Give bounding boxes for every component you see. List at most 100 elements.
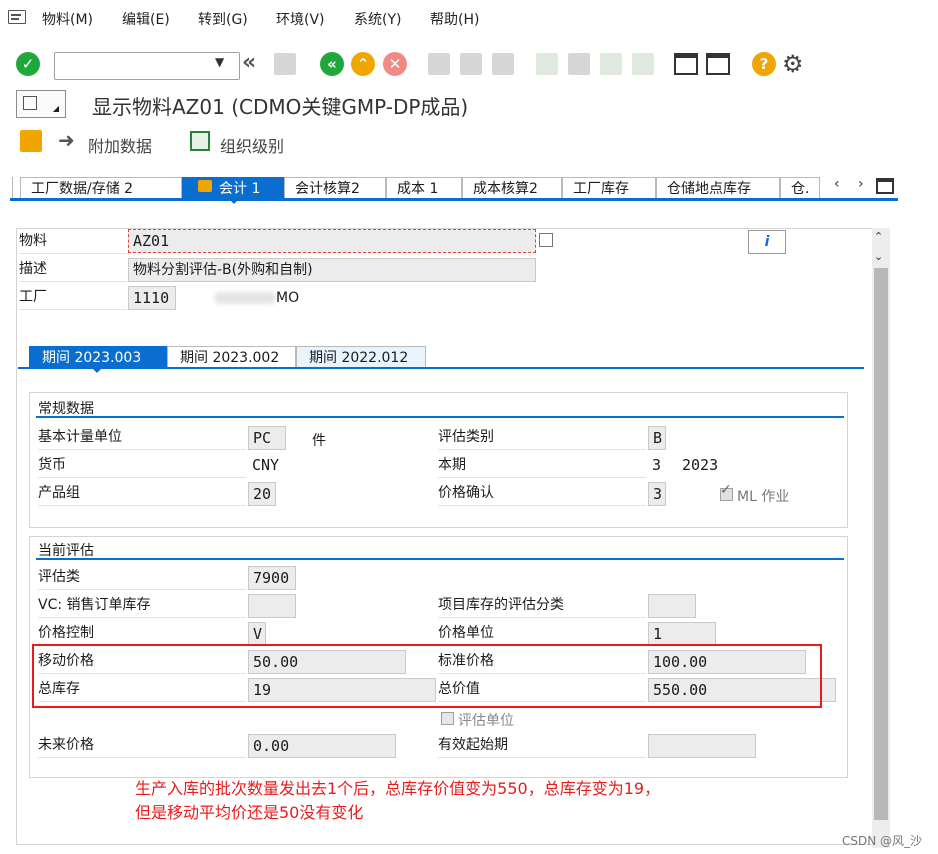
find-icon[interactable] [460, 53, 482, 75]
menu-edit[interactable]: 编辑(E) [122, 9, 170, 29]
annotation-line-1: 生产入库的批次数量发出去1个后，总库存价值变为550，总库存变为19， [135, 779, 661, 798]
price-unit-field[interactable]: 1 [648, 622, 716, 646]
tab-underline [10, 198, 898, 201]
settings-icon[interactable]: ⚙ [782, 50, 804, 78]
arrow-right-icon[interactable]: ➜ [58, 128, 75, 152]
tab-costing-2[interactable]: 成本核算2 [462, 177, 562, 199]
tab-storage-location-stock[interactable]: 仓储地点库存 [656, 177, 780, 199]
period-active-pointer [92, 368, 102, 373]
first-page-icon[interactable] [536, 53, 558, 75]
save-icon[interactable] [274, 53, 296, 75]
plant-name-text: MO [276, 290, 300, 306]
previous-page-icon[interactable] [568, 53, 590, 75]
valuated-unit-label: 评估单位 [458, 713, 514, 729]
current-year-field: 2023 [682, 456, 719, 474]
tab-costing-1[interactable]: 成本 1 [386, 177, 462, 199]
tab-plant-stock[interactable]: 工厂库存 [562, 177, 656, 199]
future-price-label: 未来价格 [38, 734, 246, 758]
tab-plant-data-storage-2[interactable]: 工厂数据/存储 2 [20, 177, 182, 199]
menu-help[interactable]: 帮助(H) [430, 9, 479, 29]
next-page-icon[interactable] [600, 53, 622, 75]
create-session-icon[interactable] [674, 53, 698, 75]
watermark: CSDN @风_沙 [842, 834, 923, 848]
additional-data-button[interactable]: 附加数据 [88, 133, 152, 157]
base-uom-field[interactable]: PC [248, 426, 286, 450]
org-levels-button[interactable]: 组织级别 [220, 133, 284, 157]
valuation-class-field[interactable]: 7900 [248, 566, 296, 590]
price-determination-label: 价格确认 [438, 482, 646, 506]
tab-scroll-left-icon[interactable]: ‹ [834, 176, 840, 192]
menu-system[interactable]: 系统(Y) [354, 9, 401, 29]
ml-active-check-icon: ✓ [720, 482, 732, 498]
general-data-underline [36, 416, 844, 418]
valuation-class-label: 评估类 [38, 566, 246, 590]
shortcut-icon[interactable] [706, 53, 730, 75]
description-field: 物料分割评估-B(外购和自制) [128, 258, 536, 282]
future-price-field[interactable]: 0.00 [248, 734, 396, 758]
switch-view-icon[interactable] [20, 130, 42, 152]
command-dropdown-icon[interactable]: ▼ [215, 55, 224, 69]
highlight-box [32, 644, 822, 708]
tab-accounting-2[interactable]: 会计核算2 [284, 177, 386, 199]
command-field[interactable] [54, 52, 240, 80]
last-page-icon[interactable] [632, 53, 654, 75]
tab-accounting-1-label: 会计 1 [219, 181, 261, 197]
current-period-label: 本期 [438, 454, 646, 478]
tab-scroll-right-icon[interactable]: › [858, 176, 864, 192]
info-icon[interactable]: i [748, 230, 786, 254]
current-valuation-underline [36, 558, 844, 560]
ml-active-label: ML 作业 [737, 489, 790, 505]
annotation-line-2: 但是移动平均价还是50没有变化 [135, 803, 364, 822]
menu-environment[interactable]: 环境(V) [276, 9, 325, 29]
org-levels-icon[interactable] [190, 131, 210, 151]
material-lookup-icon[interactable] [539, 233, 553, 247]
vc-sales-order-stock-label: VC: 销售订单库存 [38, 594, 246, 618]
tab-status-icon [198, 180, 212, 192]
base-uom-label: 基本计量单位 [38, 426, 246, 450]
period-tab-2023-003[interactable]: 期间 2023.003 [29, 346, 167, 368]
valuation-category-field[interactable]: B [648, 426, 666, 450]
cancel-icon[interactable]: ✕ [383, 52, 407, 76]
collapse-icon[interactable]: « [242, 50, 256, 75]
valuation-category-label: 评估类别 [438, 426, 646, 450]
current-valuation-title: 当前评估 [38, 543, 94, 559]
exit-icon[interactable]: ⌃ [351, 52, 375, 76]
enter-icon[interactable]: ✓ [16, 52, 40, 76]
back-icon[interactable]: « [320, 52, 344, 76]
tab-list-icon[interactable] [876, 178, 894, 194]
menu-material[interactable]: 物料(M) [42, 9, 93, 29]
valid-from-field[interactable] [648, 734, 756, 758]
scroll-down-icon[interactable]: ⌄ [874, 250, 883, 263]
project-stock-valuation-class-label: 项目库存的评估分类 [438, 594, 646, 618]
division-field[interactable]: 20 [248, 482, 276, 506]
currency-field: CNY [252, 456, 280, 474]
material-field[interactable]: AZ01 [128, 229, 536, 253]
currency-label: 货币 [38, 454, 246, 478]
valid-from-label: 有效起始期 [438, 734, 646, 758]
menu-bar: 物料(M) 编辑(E) 转到(G) 环境(V) 系统(Y) 帮助(H) [0, 0, 938, 36]
plant-label: 工厂 [19, 286, 127, 310]
period-tab-2023-002[interactable]: 期间 2023.002 [167, 346, 296, 368]
vc-sales-order-stock-field[interactable] [248, 594, 296, 618]
base-uom-text: 件 [312, 433, 326, 449]
valuated-unit-checkbox[interactable] [441, 712, 454, 725]
find-next-icon[interactable] [492, 53, 514, 75]
active-tab-pointer [228, 198, 240, 204]
plant-name-redacted [214, 292, 276, 304]
help-icon[interactable]: ? [752, 52, 776, 76]
price-determination-field[interactable]: 3 [648, 482, 666, 506]
material-label: 物料 [19, 230, 127, 254]
scroll-thumb[interactable] [874, 268, 888, 820]
price-control-label: 价格控制 [38, 622, 246, 646]
period-tab-2022-012[interactable]: 期间 2022.012 [296, 346, 426, 368]
menu-icon[interactable] [8, 10, 26, 24]
project-stock-valuation-class-field[interactable] [648, 594, 696, 618]
plant-field[interactable]: 1110 [128, 286, 176, 310]
menu-goto[interactable]: 转到(G) [198, 9, 248, 29]
title-menu-icon[interactable]: ◢ [16, 90, 66, 118]
scroll-up-icon[interactable]: ⌃ [874, 230, 883, 243]
print-icon[interactable] [428, 53, 450, 75]
price-control-field[interactable]: V [248, 622, 266, 646]
current-period-field: 3 [652, 456, 662, 474]
tab-more[interactable]: 仓. [780, 177, 820, 199]
